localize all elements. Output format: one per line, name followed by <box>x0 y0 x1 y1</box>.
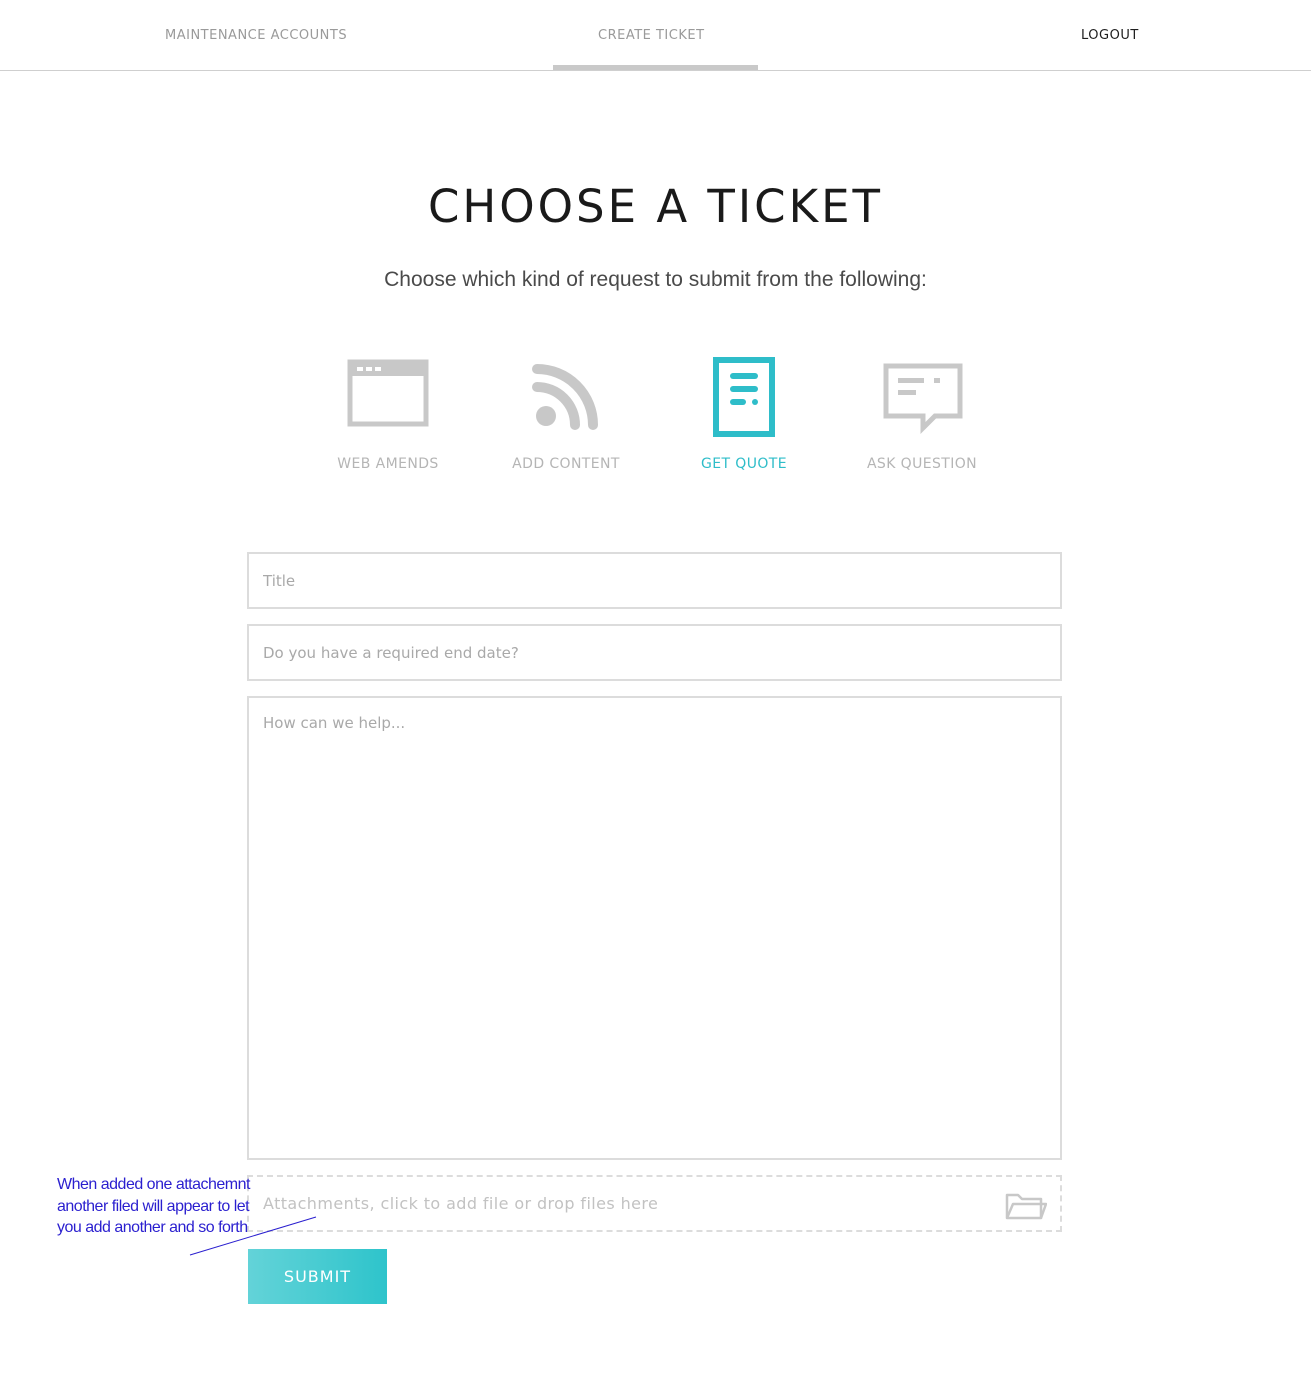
ticket-type-label: WEB AMENDS <box>337 456 439 472</box>
attachments-dropzone[interactable]: Attachments, click to add file or drop f… <box>247 1175 1062 1232</box>
submit-button[interactable]: SUBMIT <box>248 1249 387 1304</box>
ticket-type-get-quote[interactable]: GET QUOTE <box>664 350 824 480</box>
ticket-type-label: ASK QUESTION <box>866 456 978 472</box>
nav-create-ticket[interactable]: CREATE TICKET <box>598 28 716 46</box>
nav-logout[interactable]: LOGOUT <box>1081 28 1151 46</box>
speech-bubble-icon <box>842 350 1002 442</box>
ticket-type-label: ADD CONTENT <box>512 456 620 472</box>
ticket-type-label: GET QUOTE <box>701 456 787 472</box>
page: MAINTENANCE ACCOUNTS CREATE TICKET LOGOU… <box>0 0 1311 1396</box>
page-title: CHOOSE A TICKET <box>427 180 884 233</box>
top-navigation: MAINTENANCE ACCOUNTS CREATE TICKET LOGOU… <box>0 0 1311 71</box>
nav-maintenance-accounts[interactable]: MAINTENANCE ACCOUNTS <box>165 28 370 46</box>
folder-open-icon <box>1003 1189 1048 1221</box>
rss-feed-icon <box>486 350 646 442</box>
active-tab-indicator <box>553 65 758 70</box>
help-textarea[interactable] <box>247 696 1062 1160</box>
attachments-label: Attachments, click to add file or drop f… <box>263 1194 659 1213</box>
ticket-type-web-amends[interactable]: WEB AMENDS <box>308 350 468 480</box>
browser-window-icon <box>308 350 468 442</box>
ticket-type-add-content[interactable]: ADD CONTENT <box>486 350 646 480</box>
end-date-input[interactable] <box>247 624 1062 681</box>
page-subtitle: Choose which kind of request to submit f… <box>384 268 927 291</box>
document-icon <box>664 350 824 442</box>
annotation-note: When added one attachemnt another filed … <box>57 1176 250 1236</box>
title-input[interactable] <box>247 552 1062 609</box>
ticket-type-ask-question[interactable]: ASK QUESTION <box>842 350 1002 480</box>
